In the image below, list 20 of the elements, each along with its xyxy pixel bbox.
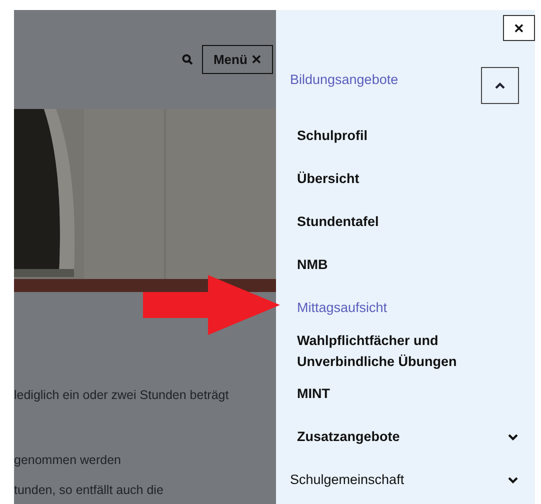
chevron-up-icon xyxy=(494,82,506,90)
close-button[interactable]: ✕ xyxy=(503,15,535,41)
menu-item[interactable]: Mittagsaufsicht xyxy=(297,297,388,318)
menu-item[interactable]: MINT xyxy=(297,383,330,404)
menu-item[interactable]: NMB xyxy=(297,254,328,275)
menu-item[interactable]: Schulprofil xyxy=(297,125,368,146)
body-text: genommen werden xyxy=(14,452,122,469)
menu-item[interactable]: Übersicht xyxy=(297,168,360,189)
menu-item[interactable]: Zusatzangebote xyxy=(297,426,400,447)
body-text: lediglich ein oder zwei Stunden beträgt xyxy=(14,387,230,404)
menu-item[interactable]: Wahlpflichtfächer und Unverbindliche Übungen xyxy=(297,330,467,372)
search-icon[interactable] xyxy=(182,54,194,65)
body-text: tunden, so entfällt auch die xyxy=(14,482,164,499)
menu-button[interactable]: Menü ✕ xyxy=(202,45,273,74)
menu-item[interactable]: Stundentafel xyxy=(297,211,379,232)
chevron-down-icon[interactable] xyxy=(507,476,519,484)
chevron-down-icon[interactable] xyxy=(507,432,519,440)
menu-section-link[interactable]: Schulgemeinschaft xyxy=(290,472,404,487)
collapse-button[interactable] xyxy=(481,67,519,104)
menu-section-link[interactable]: Bildungsangebote xyxy=(290,72,398,87)
